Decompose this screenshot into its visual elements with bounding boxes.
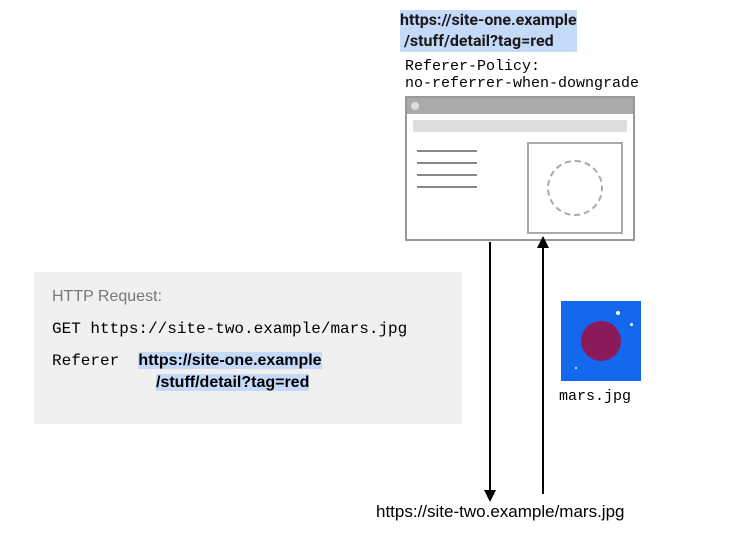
source-url-line1: https://site-one.example: [400, 10, 577, 31]
image-placeholder: [527, 142, 623, 234]
referer-label: Referer: [52, 352, 119, 370]
response-arrow-up-head: [537, 236, 549, 248]
http-request-box: HTTP Request: GET https://site-two.examp…: [34, 272, 462, 424]
browser-viewport: [407, 136, 633, 237]
browser-titlebar: [407, 98, 633, 114]
source-url-line2: /stuff/detail?tag=red: [400, 31, 577, 52]
policy-header: Referer-Policy:: [405, 58, 639, 75]
browser-window-illustration: [405, 96, 635, 241]
referer-value-line1: https://site-one.example: [138, 352, 321, 369]
policy-value: no-referrer-when-downgrade: [405, 75, 639, 92]
target-url: https://site-two.example/mars.jpg: [376, 502, 624, 522]
request-arrow-down-head: [484, 490, 496, 502]
source-url-highlight: https://site-one.example /stuff/detail?t…: [400, 10, 577, 52]
image-placeholder-circle: [547, 160, 603, 216]
response-arrow-up-line: [542, 242, 544, 494]
referer-policy-text: Referer-Policy: no-referrer-when-downgra…: [405, 58, 639, 93]
request-arrow-down-line: [489, 242, 491, 494]
browser-addressbar: [413, 120, 627, 132]
request-get-line: GET https://site-two.example/mars.jpg: [52, 320, 444, 338]
referer-value-line2: /stuff/detail?tag=red: [156, 374, 309, 391]
text-lines-placeholder: [417, 150, 477, 198]
referer-row: Referer https://site-one.example: [52, 350, 444, 372]
request-label: HTTP Request:: [52, 288, 444, 306]
mars-filename-label: mars.jpg: [559, 388, 631, 405]
mars-image-thumbnail: [561, 301, 641, 381]
